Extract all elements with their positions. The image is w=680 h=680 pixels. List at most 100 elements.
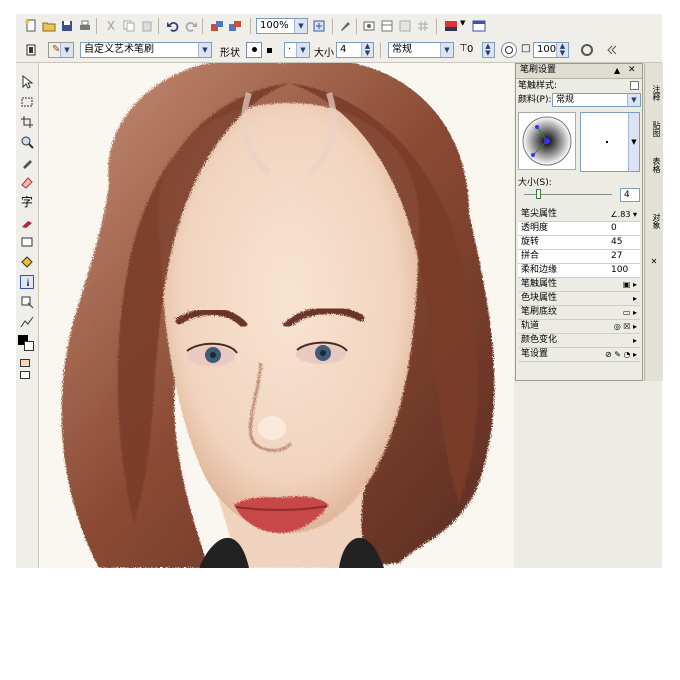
new-file-icon[interactable] <box>24 19 38 33</box>
merge-mode-combo[interactable]: 常规 ▼ <box>388 42 454 58</box>
property-category-row[interactable]: 颜色变化 ▸ <box>518 334 640 348</box>
size-field[interactable]: 4 ▲ ▼ <box>336 42 374 58</box>
chevron-down-icon[interactable]: ▼ <box>60 43 73 57</box>
chevron-down-icon[interactable]: ▼ <box>627 94 640 106</box>
round-nib-button[interactable] <box>246 42 262 58</box>
property-value-row[interactable]: 拼合 27 <box>518 250 640 264</box>
docker-tab-tables[interactable]: 表格 <box>647 157 661 173</box>
crop-tool-icon[interactable] <box>20 115 34 129</box>
color-palette-icon[interactable] <box>444 19 458 33</box>
property-category-row[interactable]: 笔尖属性 ∠.83 ▾ <box>518 208 640 222</box>
property-value[interactable]: 0 <box>611 222 617 235</box>
property-value[interactable]: 100 <box>611 264 628 277</box>
import-icon[interactable] <box>210 19 224 33</box>
size-field[interactable]: 4 <box>620 188 640 202</box>
property-value-row[interactable]: 柔和边缘 100 <box>518 264 640 278</box>
undo-icon[interactable] <box>166 19 180 33</box>
stepper-icon[interactable]: ▲ ▼ <box>556 43 568 57</box>
view-icon[interactable] <box>362 19 376 33</box>
stepper-icon[interactable]: ▲ ▼ <box>361 43 373 57</box>
eraser-tool-icon[interactable] <box>20 175 34 189</box>
export-icon[interactable] <box>228 19 242 33</box>
shape-tool-icon[interactable] <box>20 235 34 249</box>
close-icon[interactable]: ✕ <box>647 257 661 266</box>
effect-tool-icon[interactable] <box>20 295 34 309</box>
brush-preset-combo[interactable]: ✎ ▼ <box>48 42 74 58</box>
property-category-row[interactable]: 笔刷底纹 ▭ ▸ <box>518 306 640 320</box>
expand-arrow-icon[interactable]: ▭ ▸ <box>623 306 637 319</box>
collapse-arrow-icon[interactable]: ▲ <box>614 64 620 77</box>
nib-shape-preview[interactable]: ▼ <box>580 112 640 172</box>
docker-tab-maps[interactable]: 贴图 <box>647 121 661 137</box>
square-nib-icon[interactable] <box>267 48 272 53</box>
chevron-down-icon[interactable]: ▼ <box>296 43 309 57</box>
zoom-tool-icon[interactable] <box>20 135 34 149</box>
text-tool-icon[interactable]: 字 <box>20 195 34 209</box>
reset-icon[interactable] <box>580 43 594 57</box>
expand-arrow-icon[interactable]: ⊘ ✎ ◔ ▸ <box>605 348 637 361</box>
property-value[interactable]: 45 <box>611 236 622 249</box>
zoom-combo[interactable]: 100% ▼ <box>256 18 308 34</box>
collapse-panel-icon[interactable] <box>604 43 618 57</box>
eyedropper-tool-icon[interactable] <box>20 155 34 169</box>
rulers-icon[interactable] <box>398 19 412 33</box>
grid-icon[interactable] <box>416 19 430 33</box>
chevron-down-icon[interactable]: ▼ <box>440 43 453 57</box>
brush-category-combo[interactable]: 自定义艺术笔刷 ▼ <box>80 42 212 58</box>
close-icon[interactable]: ✕ <box>628 64 636 77</box>
strength-field[interactable]: 100 ▲ ▼ <box>533 42 569 58</box>
docker-tab-objects[interactable]: 对象 <box>647 213 661 229</box>
window-icon[interactable] <box>472 19 486 33</box>
pick-tool-icon[interactable] <box>20 75 34 89</box>
expand-arrow-icon[interactable]: ▸ <box>633 334 637 347</box>
docker-tab-notes[interactable]: 注释 <box>647 85 661 101</box>
layout-icon[interactable] <box>380 19 394 33</box>
chevron-down-icon[interactable]: ▼ <box>460 19 465 27</box>
redo-icon[interactable] <box>184 19 198 33</box>
brush-style-menu-icon[interactable] <box>630 81 639 90</box>
painting-canvas[interactable] <box>39 63 514 568</box>
expand-arrow-icon[interactable]: ▸ <box>633 292 637 305</box>
media-combo[interactable]: 常规 ▼ <box>552 93 641 107</box>
print-icon[interactable] <box>78 19 92 33</box>
paint-brush-icon[interactable] <box>338 19 352 33</box>
stepper-icon[interactable]: ▲ ▼ <box>483 43 494 57</box>
property-value-row[interactable]: 旋转 45 <box>518 236 640 250</box>
property-label: 透明度 <box>521 223 549 233</box>
property-category-row[interactable]: 色块属性 ▸ <box>518 292 640 306</box>
opacity-stepper[interactable]: ▲ ▼ <box>482 42 495 58</box>
expand-arrow-icon[interactable]: ∠.83 ▾ <box>611 208 637 221</box>
property-category-row[interactable]: 笔触属性 ▣ ▸ <box>518 278 640 292</box>
background-color-swatch[interactable] <box>24 341 34 351</box>
open-folder-icon[interactable] <box>42 19 56 33</box>
property-category-row[interactable]: 轨道 ◎ ☒ ▸ <box>518 320 640 334</box>
nib-combo[interactable]: · ▼ <box>284 42 310 58</box>
transparency-swatch[interactable] <box>20 371 30 379</box>
copy-icon[interactable] <box>122 19 136 33</box>
property-category-row[interactable]: 笔设置 ⊘ ✎ ◔ ▸ <box>518 348 640 362</box>
fill-color-swatch[interactable] <box>20 359 30 367</box>
checkbox-icon[interactable]: □ <box>521 43 530 54</box>
toolbox: 字 <box>16 63 39 568</box>
nib-angle-preview[interactable] <box>518 112 576 170</box>
media-preset-icon[interactable] <box>24 43 38 57</box>
property-value[interactable]: 27 <box>611 250 622 263</box>
clone-tool-icon[interactable] <box>20 215 34 229</box>
marquee-tool-icon[interactable] <box>20 95 34 109</box>
chevron-down-icon[interactable]: ▼ <box>294 19 307 33</box>
size-slider-handle[interactable] <box>536 189 541 199</box>
chevron-down-icon[interactable]: ▼ <box>198 43 211 57</box>
path-tool-icon[interactable] <box>20 315 34 329</box>
cut-icon[interactable] <box>104 19 118 33</box>
expand-arrow-icon[interactable]: ▣ ▸ <box>623 278 637 291</box>
paste-icon[interactable] <box>140 19 154 33</box>
art-brush-tool-icon[interactable] <box>20 275 34 289</box>
texture-toggle-button[interactable] <box>501 42 517 58</box>
fill-tool-icon[interactable] <box>20 255 34 269</box>
chevron-down-icon[interactable]: ▼ <box>628 113 639 171</box>
property-value-row[interactable]: 透明度 0 <box>518 222 640 236</box>
brush-category-value: 自定义艺术笔刷 <box>84 44 154 55</box>
save-icon[interactable] <box>60 19 74 33</box>
zoom-fit-icon[interactable] <box>312 19 326 33</box>
expand-arrow-icon[interactable]: ◎ ☒ ▸ <box>614 320 637 333</box>
